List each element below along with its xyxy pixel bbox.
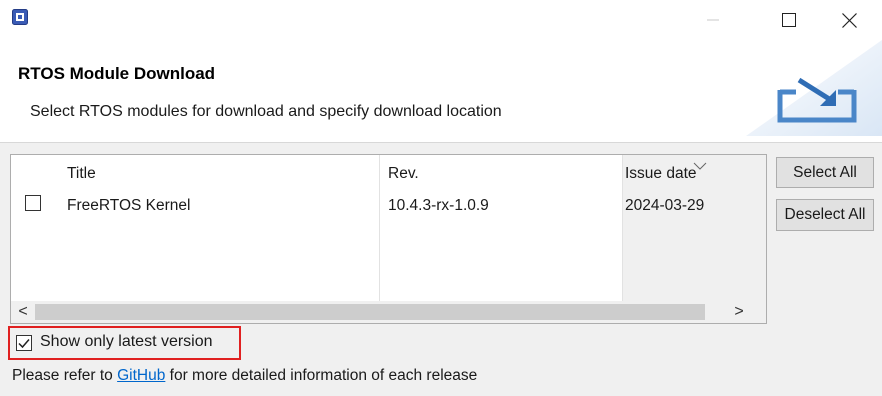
- row-issue-date-cell: 2024-03-29: [625, 197, 705, 214]
- github-link[interactable]: GitHub: [117, 367, 165, 384]
- close-button[interactable]: [826, 0, 872, 40]
- minimize-icon: [707, 19, 719, 21]
- column-separator: [379, 155, 380, 301]
- scroll-right-button[interactable]: >: [727, 301, 751, 323]
- close-icon: [841, 12, 857, 28]
- info-text: Please refer to GitHub for more detailed…: [12, 367, 477, 385]
- show-latest-checkbox[interactable]: [16, 335, 32, 351]
- scroll-left-button[interactable]: <: [11, 301, 35, 323]
- select-all-button[interactable]: Select All: [776, 157, 874, 188]
- maximize-icon: [782, 13, 796, 27]
- column-separator: [622, 155, 623, 301]
- row-checkbox[interactable]: [25, 195, 41, 211]
- minimize-button[interactable]: [690, 0, 736, 40]
- download-tray-icon: [706, 40, 882, 136]
- column-header-rev[interactable]: Rev.: [388, 165, 419, 183]
- row-title-cell: FreeRTOS Kernel: [67, 197, 191, 214]
- deselect-all-button[interactable]: Deselect All: [776, 199, 874, 231]
- info-text-after: for more detailed information of each re…: [165, 367, 478, 384]
- rtos-module-table[interactable]: Title Rev. Issue date FreeRTOS Kernel 10…: [10, 154, 767, 324]
- dialog-title: RTOS Module Download: [18, 64, 216, 83]
- column-header-title[interactable]: Title: [67, 165, 96, 183]
- row-rev-cell: 10.4.3-rx-1.0.9: [388, 197, 489, 214]
- info-text-before: Please refer to: [12, 367, 118, 384]
- column-header-issue-date[interactable]: Issue date: [625, 165, 697, 183]
- show-latest-label[interactable]: Show only latest version: [40, 333, 213, 351]
- sort-descending-icon: [693, 157, 707, 170]
- checkmark-icon: [18, 339, 30, 349]
- maximize-button[interactable]: [766, 0, 812, 40]
- horizontal-scrollbar[interactable]: < >: [11, 301, 766, 323]
- app-icon: [12, 9, 28, 25]
- dialog-description: Select RTOS modules for download and spe…: [30, 103, 502, 120]
- scrollbar-thumb[interactable]: [35, 304, 705, 320]
